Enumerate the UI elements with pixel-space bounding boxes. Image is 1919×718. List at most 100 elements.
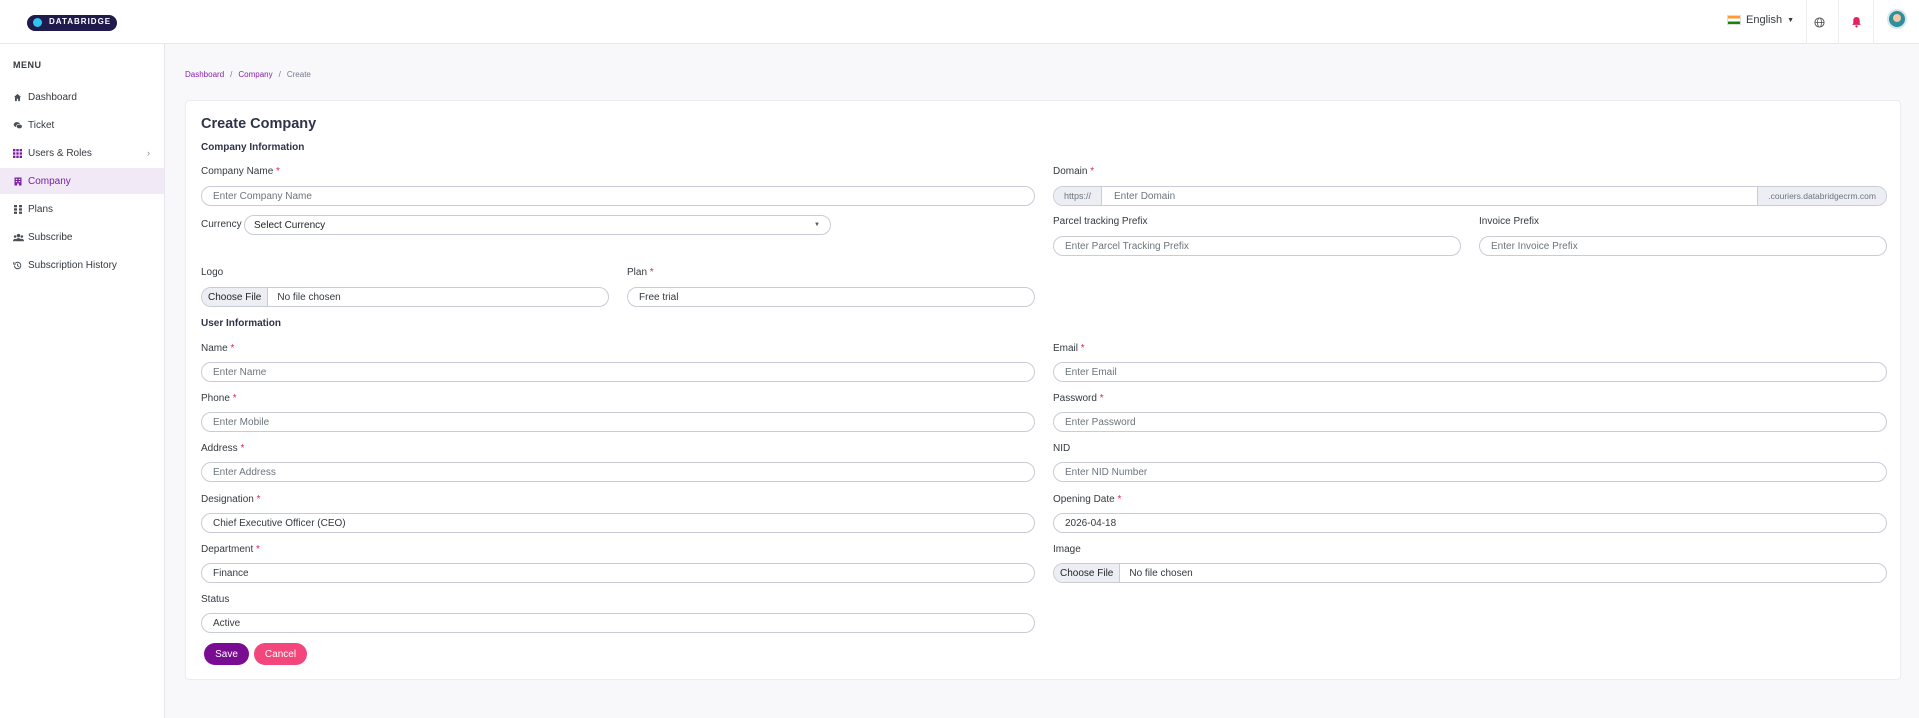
top-bar: DATABRIDGE English ▼ <box>0 0 1919 44</box>
breadcrumb-separator: / <box>230 70 233 79</box>
opening-date-input[interactable] <box>1053 513 1887 533</box>
phone-label: Phone * <box>201 393 237 404</box>
label-text: Email <box>1053 343 1079 354</box>
sidebar-item-company[interactable]: Company <box>0 168 164 194</box>
name-input[interactable] <box>201 362 1035 382</box>
breadcrumb-company[interactable]: Company <box>238 70 272 79</box>
domain-label: Domain * <box>1053 166 1094 177</box>
currency-select-value: Select Currency <box>254 219 326 231</box>
logo-label: Logo <box>201 267 224 278</box>
label-text: Designation <box>201 494 254 505</box>
label-text: Domain <box>1053 166 1088 177</box>
required-mark: * <box>232 393 237 404</box>
label-text: Opening Date <box>1053 494 1115 505</box>
currency-select[interactable]: Select Currency ▼ <box>244 215 831 235</box>
bell-icon <box>1851 16 1861 28</box>
sidebar-item-ticket[interactable]: Ticket <box>0 112 164 138</box>
chevron-right-icon: › <box>147 148 150 158</box>
brand-name: DATABRIDGE <box>49 17 112 26</box>
globe-button[interactable] <box>1808 11 1830 33</box>
parcel-prefix-input[interactable] <box>1053 236 1461 256</box>
address-label: Address * <box>201 443 244 454</box>
plan-label: Plan * <box>627 267 654 278</box>
password-input[interactable] <box>1053 412 1887 432</box>
required-mark: * <box>1117 494 1122 505</box>
email-input[interactable] <box>1053 362 1887 382</box>
logo-mark <box>33 18 42 27</box>
sidebar-item-subscription-history[interactable]: Subscription History <box>0 252 164 278</box>
invoice-prefix-input[interactable] <box>1479 236 1887 256</box>
breadcrumb-current: Create <box>286 70 311 79</box>
choose-file-button[interactable]: Choose File <box>1054 564 1121 582</box>
department-label: Department * <box>201 544 260 555</box>
notifications-button[interactable] <box>1845 11 1867 33</box>
sidebar-item-label: Subscription History <box>28 259 117 271</box>
image-file-input[interactable]: Choose File No file chosen <box>1053 563 1887 583</box>
cancel-button[interactable]: Cancel <box>254 643 307 665</box>
page-title: Create Company <box>201 116 317 132</box>
file-status: No file chosen <box>1129 567 1193 579</box>
status-input[interactable] <box>201 613 1035 633</box>
address-input[interactable] <box>201 462 1035 482</box>
sidebar-item-dashboard[interactable]: Dashboard <box>0 84 164 110</box>
breadcrumb-dashboard[interactable]: Dashboard <box>185 70 224 79</box>
required-mark: * <box>276 166 280 177</box>
required-mark: * <box>649 267 654 278</box>
phone-input[interactable] <box>201 412 1035 432</box>
opening-date-label: Opening Date * <box>1053 494 1121 505</box>
breadcrumb-separator: / <box>278 70 281 79</box>
required-mark: * <box>1080 343 1085 354</box>
label-text: Department <box>201 544 254 555</box>
user-avatar[interactable] <box>1887 9 1907 29</box>
company-name-label: Company Name * <box>201 166 280 177</box>
sidebar-item-label: Plans <box>28 203 54 215</box>
dots-grid-icon <box>13 204 22 214</box>
nid-input[interactable] <box>1053 462 1887 482</box>
required-mark: * <box>256 544 260 555</box>
sidebar-item-subscribe[interactable]: Subscribe <box>0 224 164 250</box>
caret-down-icon: ▼ <box>1787 16 1795 24</box>
department-input[interactable] <box>201 563 1035 583</box>
menu-title: MENU <box>13 60 42 70</box>
sidebar-item-label: Users & Roles <box>28 147 92 159</box>
brand-logo[interactable]: DATABRIDGE <box>27 15 117 31</box>
create-company-card: Create Company Company Information Compa… <box>185 100 1901 680</box>
sidebar-item-plans[interactable]: Plans <box>0 196 164 222</box>
nid-label: NID <box>1053 443 1071 454</box>
divider <box>1806 0 1807 44</box>
caret-down-icon: ▼ <box>814 222 820 228</box>
label-text: Name <box>201 343 228 354</box>
email-label: Email * <box>1053 343 1085 354</box>
parcel-prefix-label: Parcel tracking Prefix <box>1053 216 1148 227</box>
domain-input-group: https:// .couriers.databridgecrm.com <box>1053 186 1887 206</box>
required-mark: * <box>240 443 245 454</box>
required-mark: * <box>1090 166 1095 177</box>
domain-suffix: .couriers.databridgecrm.com <box>1757 187 1886 205</box>
sidebar-item-label: Subscribe <box>28 231 73 243</box>
company-name-input[interactable] <box>201 186 1035 206</box>
sidebar-item-label: Dashboard <box>28 91 77 103</box>
sidebar: MENU Dashboard Ticket Users & Roles › Co… <box>0 44 165 718</box>
plan-input[interactable] <box>627 287 1035 307</box>
label-text: Company Name <box>201 166 274 177</box>
users-icon <box>13 233 24 242</box>
domain-input[interactable] <box>1102 187 1758 205</box>
status-label: Status <box>201 594 230 605</box>
language-selector[interactable]: English ▼ <box>1727 14 1794 26</box>
section-title-user-information: User Information <box>201 318 282 329</box>
divider <box>1873 0 1874 44</box>
globe-icon <box>1813 16 1825 28</box>
designation-input[interactable] <box>201 513 1035 533</box>
sidebar-item-users-roles[interactable]: Users & Roles › <box>0 140 164 166</box>
save-button[interactable]: Save <box>204 643 249 665</box>
language-label: English <box>1746 14 1783 26</box>
sidebar-item-label: Company <box>28 175 71 187</box>
building-icon <box>13 177 22 186</box>
logo-file-input[interactable]: Choose File No file chosen <box>201 287 609 307</box>
domain-prefix: https:// <box>1054 187 1103 205</box>
label-text: Phone <box>201 393 230 404</box>
label-text: Address <box>201 443 238 454</box>
password-label: Password * <box>1053 393 1104 404</box>
india-flag-icon <box>1727 15 1741 25</box>
choose-file-button[interactable]: Choose File <box>202 288 269 306</box>
